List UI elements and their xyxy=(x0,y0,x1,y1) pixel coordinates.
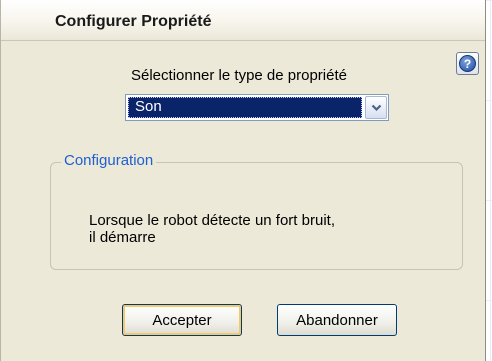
configuration-group-title: Configuration xyxy=(61,152,157,169)
configuration-line-1: Lorsque le robot détecte un fort bruit, xyxy=(89,212,335,229)
property-type-select[interactable]: Son xyxy=(125,94,389,121)
chevron-down-icon xyxy=(371,104,381,111)
configuration-line-2: il démarre xyxy=(89,229,156,246)
question-mark-icon: ? xyxy=(459,55,476,72)
dropdown-button[interactable] xyxy=(365,96,387,119)
dialog-title: Configurer Propriété xyxy=(55,13,212,30)
configuration-description: Lorsque le robot détecte un fort bruit, … xyxy=(89,212,335,246)
help-button[interactable]: ? xyxy=(456,52,479,75)
configure-property-dialog: Configurer Propriété ? Sélectionner le t… xyxy=(0,0,486,361)
cancel-button[interactable]: Abandonner xyxy=(277,304,397,336)
property-type-selected-value: Son xyxy=(128,97,362,118)
accept-button[interactable]: Accepter xyxy=(122,304,242,336)
property-type-label: Sélectionner le type de propriété xyxy=(131,67,347,84)
title-bar: Configurer Propriété xyxy=(1,0,485,41)
